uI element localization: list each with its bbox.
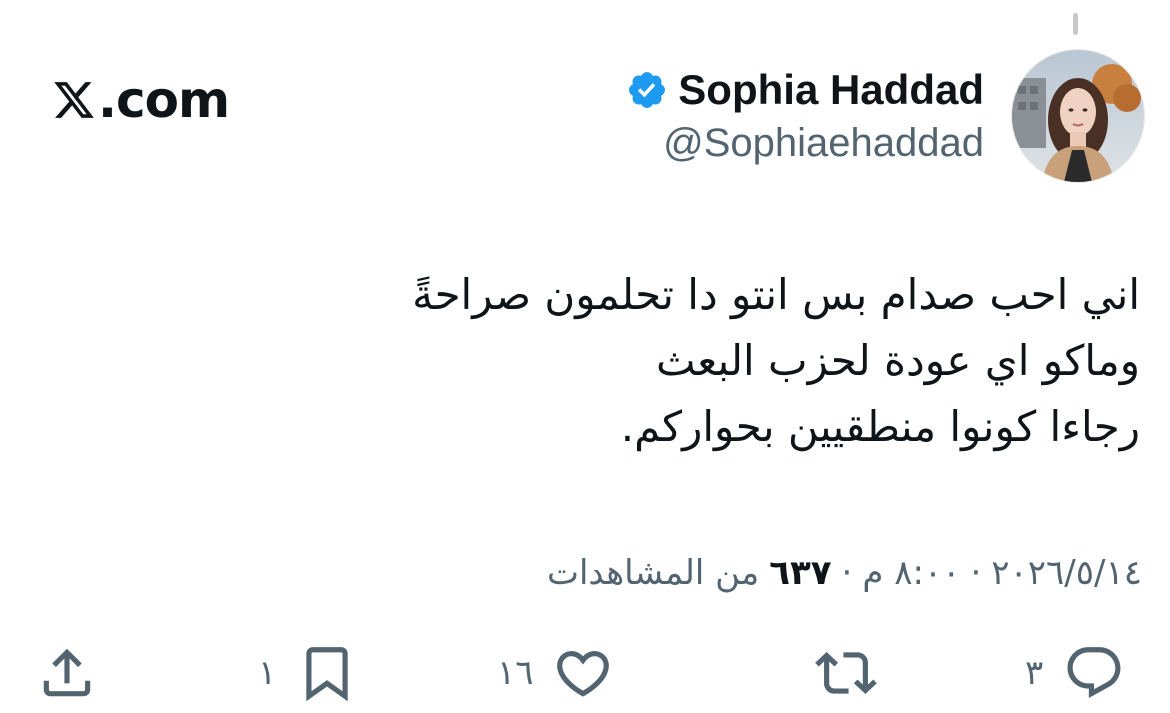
- tweet-text: اني احب صدام بس انتو دا تحلمون صراحةً وم…: [140, 262, 1140, 460]
- tweet-metadata: ٢٠٢٦/٥/١٤ · ٨:٠٠ م · ٦٣٧ من المشاهدات: [547, 548, 1142, 598]
- brand-domain-text: .com: [98, 71, 230, 129]
- scroll-indicator[interactable]: [1073, 13, 1078, 35]
- meta-separator: ·: [970, 553, 982, 593]
- views-label: من المشاهدات: [546, 553, 760, 593]
- views-group[interactable]: ٦٣٧ من المشاهدات: [547, 553, 832, 593]
- meta-separator: ·: [841, 553, 853, 593]
- bookmark-button[interactable]: ١: [258, 635, 358, 710]
- like-count: ١٦: [497, 652, 534, 693]
- bookmark-icon: [306, 646, 348, 701]
- verified-badge-icon: [629, 72, 666, 108]
- like-button[interactable]: ١٦: [497, 635, 614, 710]
- author-display-name: Sophia Haddad: [678, 66, 984, 113]
- repost-button[interactable]: [815, 635, 915, 710]
- tweet-time[interactable]: ٨:٠٠ م: [862, 553, 960, 593]
- x-logo-icon: [54, 82, 94, 118]
- reply-icon: [1067, 646, 1121, 698]
- share-button[interactable]: [36, 635, 136, 710]
- author-handle[interactable]: @Sophiaehaddad: [663, 118, 984, 168]
- like-icon: [556, 650, 609, 697]
- bookmark-count: ١: [258, 652, 277, 693]
- author-name-row[interactable]: Sophia Haddad: [626, 62, 984, 118]
- reply-button[interactable]: ٣: [1025, 635, 1125, 710]
- views-count: ٦٣٧: [769, 553, 832, 593]
- tweet-line: وماكو اي عودة لحزب البعث: [656, 336, 1140, 385]
- avatar[interactable]: [1011, 49, 1145, 183]
- avatar-image: [1012, 50, 1144, 182]
- tweet-date[interactable]: ٢٠٢٦/٥/١٤: [991, 553, 1142, 593]
- reply-count: ٣: [1025, 652, 1044, 693]
- tweet-line: اني احب صدام بس انتو دا تحلمون صراحةً: [412, 270, 1140, 319]
- tweet-action-bar: ٣ ١٦ ١: [0, 635, 1170, 710]
- repost-icon: [815, 651, 877, 694]
- brand-logo: .com: [52, 70, 230, 130]
- tweet-line: رجاءا كونوا منطقيين بحواركم.: [620, 402, 1140, 451]
- share-icon: [43, 648, 91, 696]
